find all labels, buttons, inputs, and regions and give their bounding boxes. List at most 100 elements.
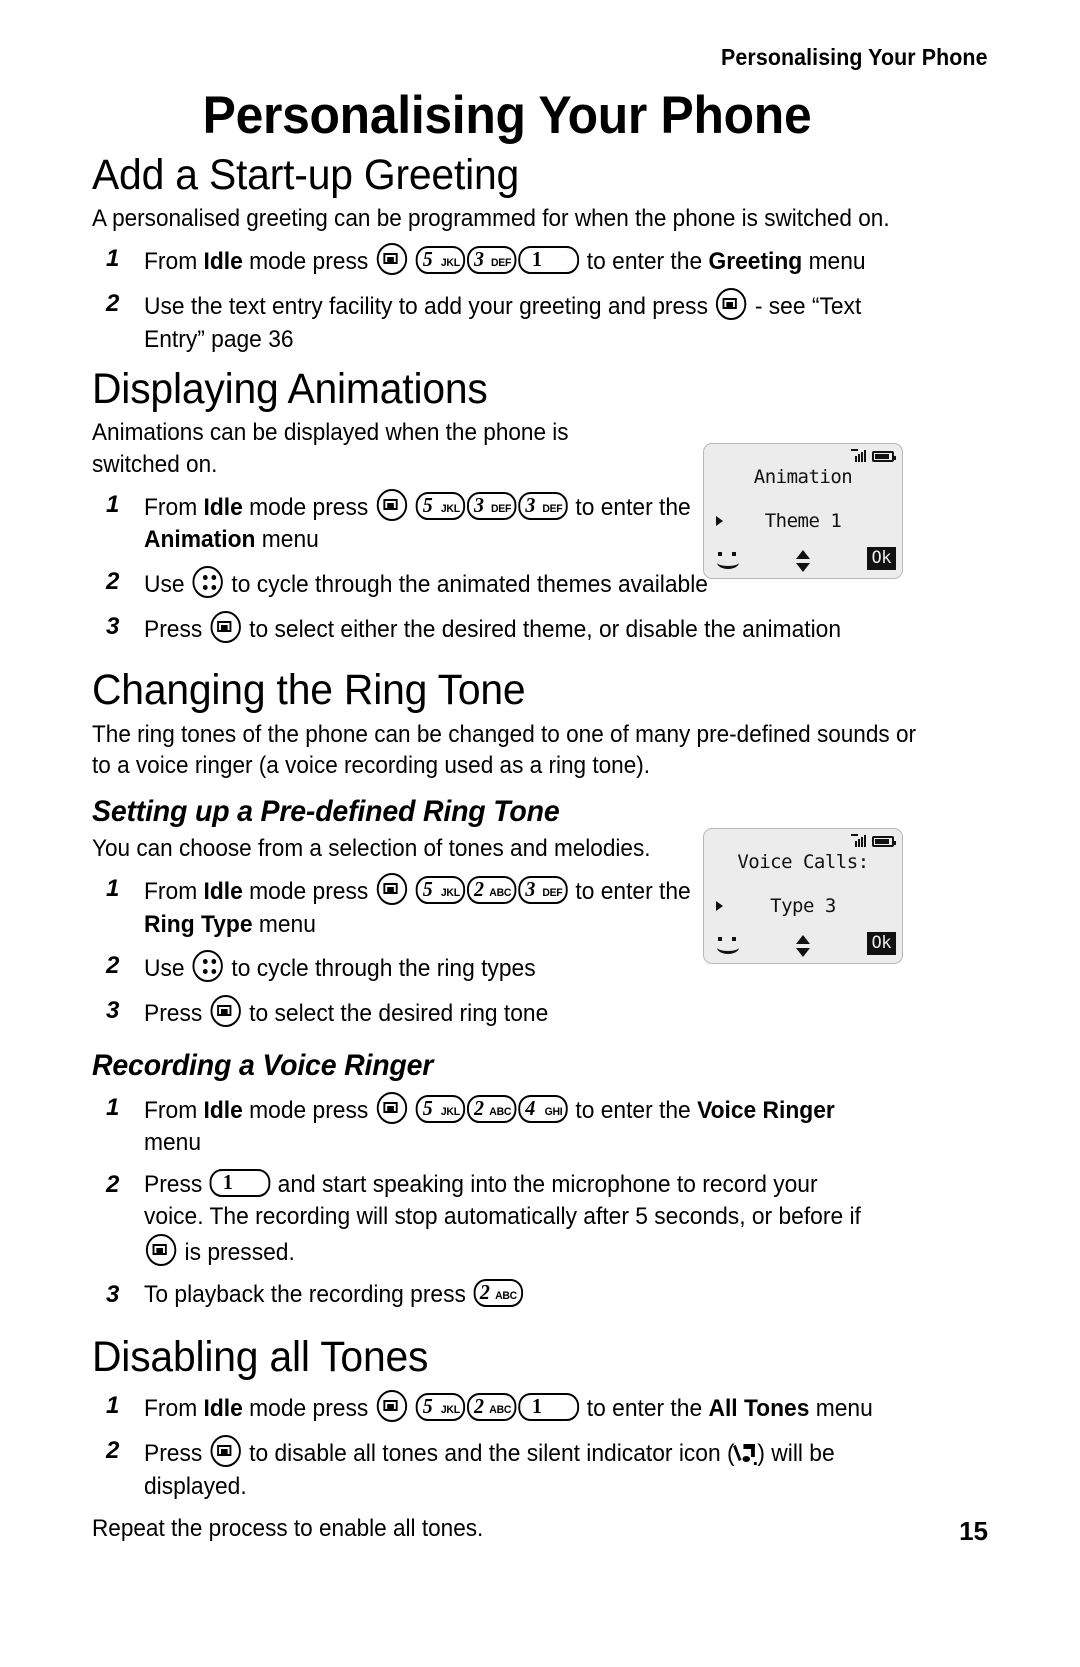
keyword-menu-name: Voice Ringer — [697, 1096, 835, 1124]
key-letters: ABC — [489, 1105, 512, 1118]
display-value: Theme 1 — [764, 510, 842, 532]
keypad-key-3-icon: 3 DEF — [518, 491, 569, 520]
step-text: mode press — [242, 1096, 375, 1124]
step-text: mode press — [242, 493, 375, 521]
alltones-outro: Repeat the process to enable all tones. — [92, 1515, 484, 1543]
step-text: to enter the — [569, 1096, 698, 1124]
step-text: To playback the recording press — [144, 1280, 473, 1308]
list-item: 1 From Idle mode press 5 JKL 2 ABC 1 to ente… — [92, 1390, 922, 1426]
smiley-softkey-icon — [716, 937, 740, 954]
keypad-key-2-icon: 2 ABC — [467, 876, 517, 905]
silent-indicator-icon — [732, 1443, 757, 1466]
keypad-key-5-icon: 5 JKL — [416, 491, 466, 520]
list-item: 1 From Idle mode press 5 JKL 2 ABC 3 DEF to e… — [92, 873, 744, 941]
key-digit: 4 — [525, 1095, 536, 1120]
step-text: From — [144, 493, 204, 521]
step-text: is pressed. — [178, 1239, 295, 1267]
keypad-key-3-icon: 3 DEF — [518, 876, 569, 905]
menu-select-key-icon — [376, 873, 407, 906]
alltones-steps: 1 From Idle mode press 5 JKL 2 ABC 1 to ente… — [92, 1390, 922, 1503]
section-heading-greeting: Add a Start-up Greeting — [92, 151, 520, 200]
step-number: 2 — [106, 1437, 120, 1465]
step-text: menu — [252, 910, 316, 938]
keypad-key-5-icon: 5 JKL — [416, 246, 466, 275]
key-letters: DEF — [491, 257, 512, 270]
section-heading-animations: Displaying Animations — [92, 365, 488, 414]
step-text: to cycle through the animated themes ava… — [225, 571, 708, 599]
step-text: menu — [255, 526, 319, 554]
ok-softkey-label: Ok — [866, 547, 896, 570]
key-digit: 1 — [222, 1169, 233, 1194]
display-title: Animation — [753, 466, 853, 488]
greeting-intro: A personalised greeting can be programme… — [92, 205, 890, 233]
display-title: Voice Calls: — [737, 851, 869, 873]
key-letters: JKL — [440, 886, 460, 899]
list-item: 2 Press to disable all tones and the sil… — [92, 1435, 922, 1503]
scroll-up-icon — [796, 550, 810, 559]
key-digit: 1 — [532, 247, 542, 272]
keypad-key-2-icon: 2 ABC — [467, 1393, 517, 1422]
key-digit: 5 — [422, 492, 433, 517]
list-item: 1 From Idle mode press 5 JKL 3 DEF 3 DEF to e… — [92, 488, 744, 557]
display-value: Type 3 — [770, 895, 836, 917]
step-number: 2 — [106, 1170, 120, 1198]
list-item: 1 From Idle mode press 5 JKL 3 DEF 1 to ente… — [92, 243, 922, 279]
step-text: menu — [802, 248, 866, 276]
ok-softkey-label: Ok — [866, 932, 896, 955]
section-heading-alltones: Disabling all Tones — [92, 1333, 429, 1382]
step-text: mode press — [242, 1395, 375, 1423]
battery-icon — [872, 836, 896, 847]
signal-strength-icon — [851, 449, 869, 462]
smiley-softkey-icon — [716, 552, 740, 569]
step-text: Use — [144, 571, 191, 599]
phone-display-animation: Animation Theme 1 Ok — [703, 443, 903, 579]
page-number: 15 — [959, 1516, 988, 1546]
navigation-key-icon — [192, 950, 224, 983]
menu-select-key-icon — [210, 610, 241, 643]
menu-select-key-icon — [376, 488, 407, 521]
step-number: 1 — [106, 875, 120, 903]
step-number: 1 — [106, 490, 120, 518]
step-text: Use the text entry facility to add your … — [144, 293, 715, 321]
key-letters: JKL — [440, 502, 460, 515]
key-digit: 3 — [525, 492, 536, 517]
key-letters: ABC — [489, 1404, 512, 1417]
menu-select-key-icon — [145, 1234, 177, 1267]
step-text: menu — [809, 1395, 873, 1423]
step-text: mode press — [242, 878, 375, 906]
list-item: 3 To playback the recording press 2 ABC — [92, 1278, 922, 1312]
ringtone-intro: The ring tones of the phone can be chang… — [92, 720, 917, 779]
step-number: 2 — [106, 952, 120, 980]
keyword-idle: Idle — [203, 878, 243, 906]
keyword-menu-name: Animation — [144, 526, 256, 554]
scroll-indicator-icon — [796, 550, 810, 572]
step-text: Press — [144, 1170, 209, 1198]
key-digit: 2 — [474, 1394, 485, 1419]
predefined-intro: You can choose from a selection of tones… — [92, 834, 651, 862]
step-text: From — [144, 248, 204, 276]
keyword-idle: Idle — [203, 1096, 243, 1124]
step-text: to enter the — [580, 248, 709, 276]
key-letters: JKL — [440, 1105, 460, 1118]
step-text: Press — [144, 615, 209, 643]
menu-select-key-icon — [376, 243, 407, 276]
step-text: to enter the — [569, 493, 691, 521]
subheading-voice-ringer: Recording a Voice Ringer — [92, 1048, 434, 1082]
step-number: 1 — [106, 1093, 120, 1121]
phone-display-voice-calls: Voice Calls: Type 3 Ok — [703, 828, 903, 964]
step-text: to enter the — [580, 1395, 709, 1423]
step-number: 2 — [106, 290, 120, 318]
step-text: From — [144, 878, 204, 906]
menu-select-key-icon — [716, 288, 747, 321]
key-letters: ABC — [495, 1289, 517, 1302]
list-item: 2 Press 1 and start speaking into the mi… — [92, 1168, 922, 1270]
keypad-key-2-icon: 2 ABC — [473, 1278, 523, 1307]
key-digit: 3 — [474, 492, 485, 517]
key-digit: 2 — [474, 877, 485, 902]
step-text: Press — [144, 999, 209, 1027]
step-text: to select either the desired theme, or d… — [242, 615, 842, 643]
step-text: From — [144, 1395, 204, 1423]
keypad-key-1-icon: 1 — [518, 246, 580, 275]
manual-page: Personalising Your Phone Personalising Y… — [0, 0, 1080, 1667]
step-text: mode press — [242, 248, 375, 276]
